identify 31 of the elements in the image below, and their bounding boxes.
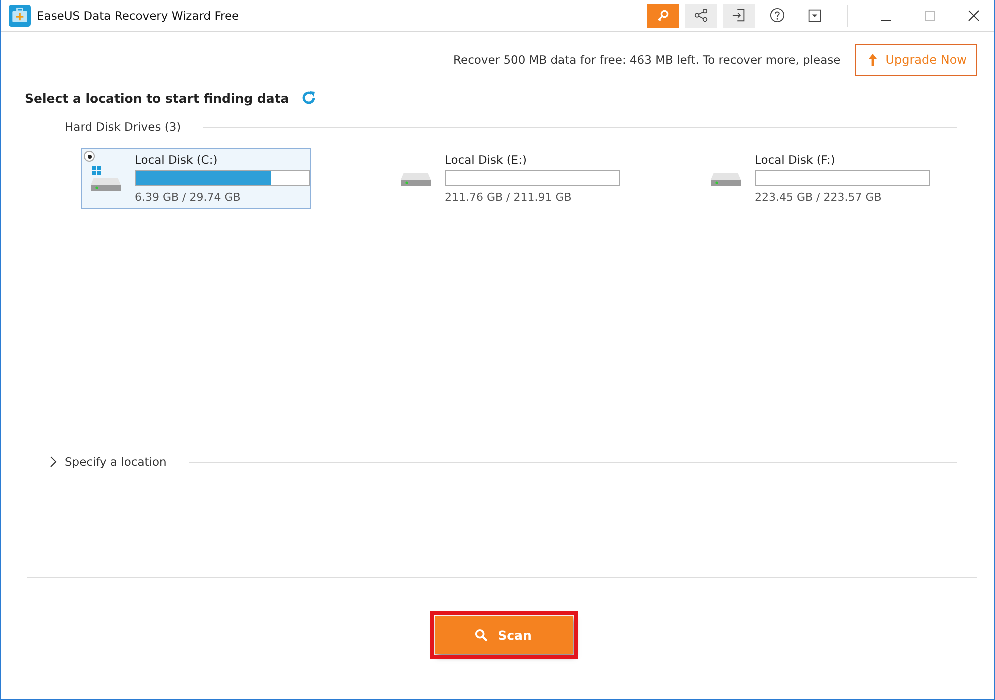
dropdown-icon [808,8,822,22]
share-icon [694,8,708,23]
drive-name: Local Disk (F:) [755,153,836,167]
search-icon [475,628,488,642]
drive-name: Local Disk (C:) [135,153,219,167]
window-title: EaseUS Data Recovery Wizard Free [37,8,240,22]
refresh-icon[interactable] [301,90,318,106]
drive-tile[interactable]: Local Disk (E:) 211.76 GB / 211.91 GB [391,148,621,209]
free-quota-notice: Recover 500 MB data for free: 463 MB left. To recover more, please [454,53,841,67]
group-label: Hard Disk Drives (3) [65,120,182,134]
close-icon [968,10,980,22]
app-logo-icon [9,4,31,26]
share-button[interactable] [685,4,717,28]
maximize-icon [924,10,936,22]
drive-capacity: 223.45 GB / 223.57 GB [755,191,883,204]
drive-capacity: 6.39 GB / 29.74 GB [135,191,242,204]
key-button[interactable] [647,4,679,28]
minimize-icon [880,20,892,22]
drive-tile[interactable]: Local Disk (C:) 6.39 GB / 29.74 GB [81,148,311,209]
sign-in-icon [732,8,746,23]
drive-name: Local Disk (E:) [445,153,528,167]
drive-tile[interactable]: Local Disk (F:) 223.45 GB / 223.57 GB [701,148,931,209]
radio-button[interactable] [84,151,95,162]
key-icon [656,8,670,22]
section-heading: Select a location to start finding data [25,90,290,106]
help-icon [770,8,784,23]
specify-location-toggle[interactable]: Specify a location [49,455,167,469]
sign-in-button[interactable] [723,4,755,28]
up-arrow-icon [868,53,878,67]
drive-capacity: 211.76 GB / 211.91 GB [445,191,573,204]
chevron-icon [49,456,57,468]
